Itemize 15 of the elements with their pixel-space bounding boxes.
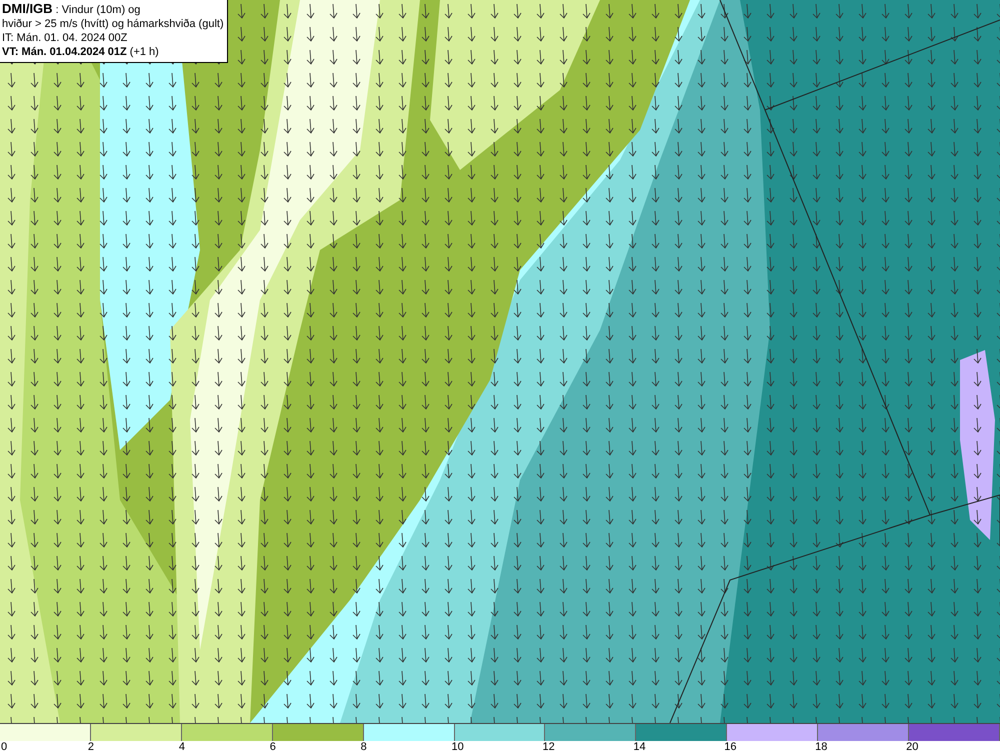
legend-tick-label: 4 [178, 741, 185, 753]
legend-tick-label: 6 [270, 741, 276, 753]
legend-tick-label: 20 [906, 741, 918, 753]
legend-tick-label: 18 [815, 741, 828, 753]
legend-tick-label: 16 [724, 741, 737, 753]
title-text: hviður > 25 m/s (hvítt) og hámarkshviða (gult) [2, 17, 224, 31]
legend-tick-label: 2 [88, 741, 94, 753]
legend-tick-label: 14 [633, 741, 646, 753]
legend-tick-label: 8 [360, 741, 367, 753]
legend-tick-label: 12 [542, 741, 555, 753]
title-text: VT: Mán. 01.04.2024 01Z (+1 h) [2, 45, 160, 59]
title-text: IT: Mán. 01. 04. 2024 00Z [2, 31, 128, 45]
legend-tick-label: 0 [1, 741, 8, 753]
title-text: DMI/IGB : Vindur (10m) og [2, 2, 142, 17]
legend-tick-label: 10 [452, 741, 464, 753]
